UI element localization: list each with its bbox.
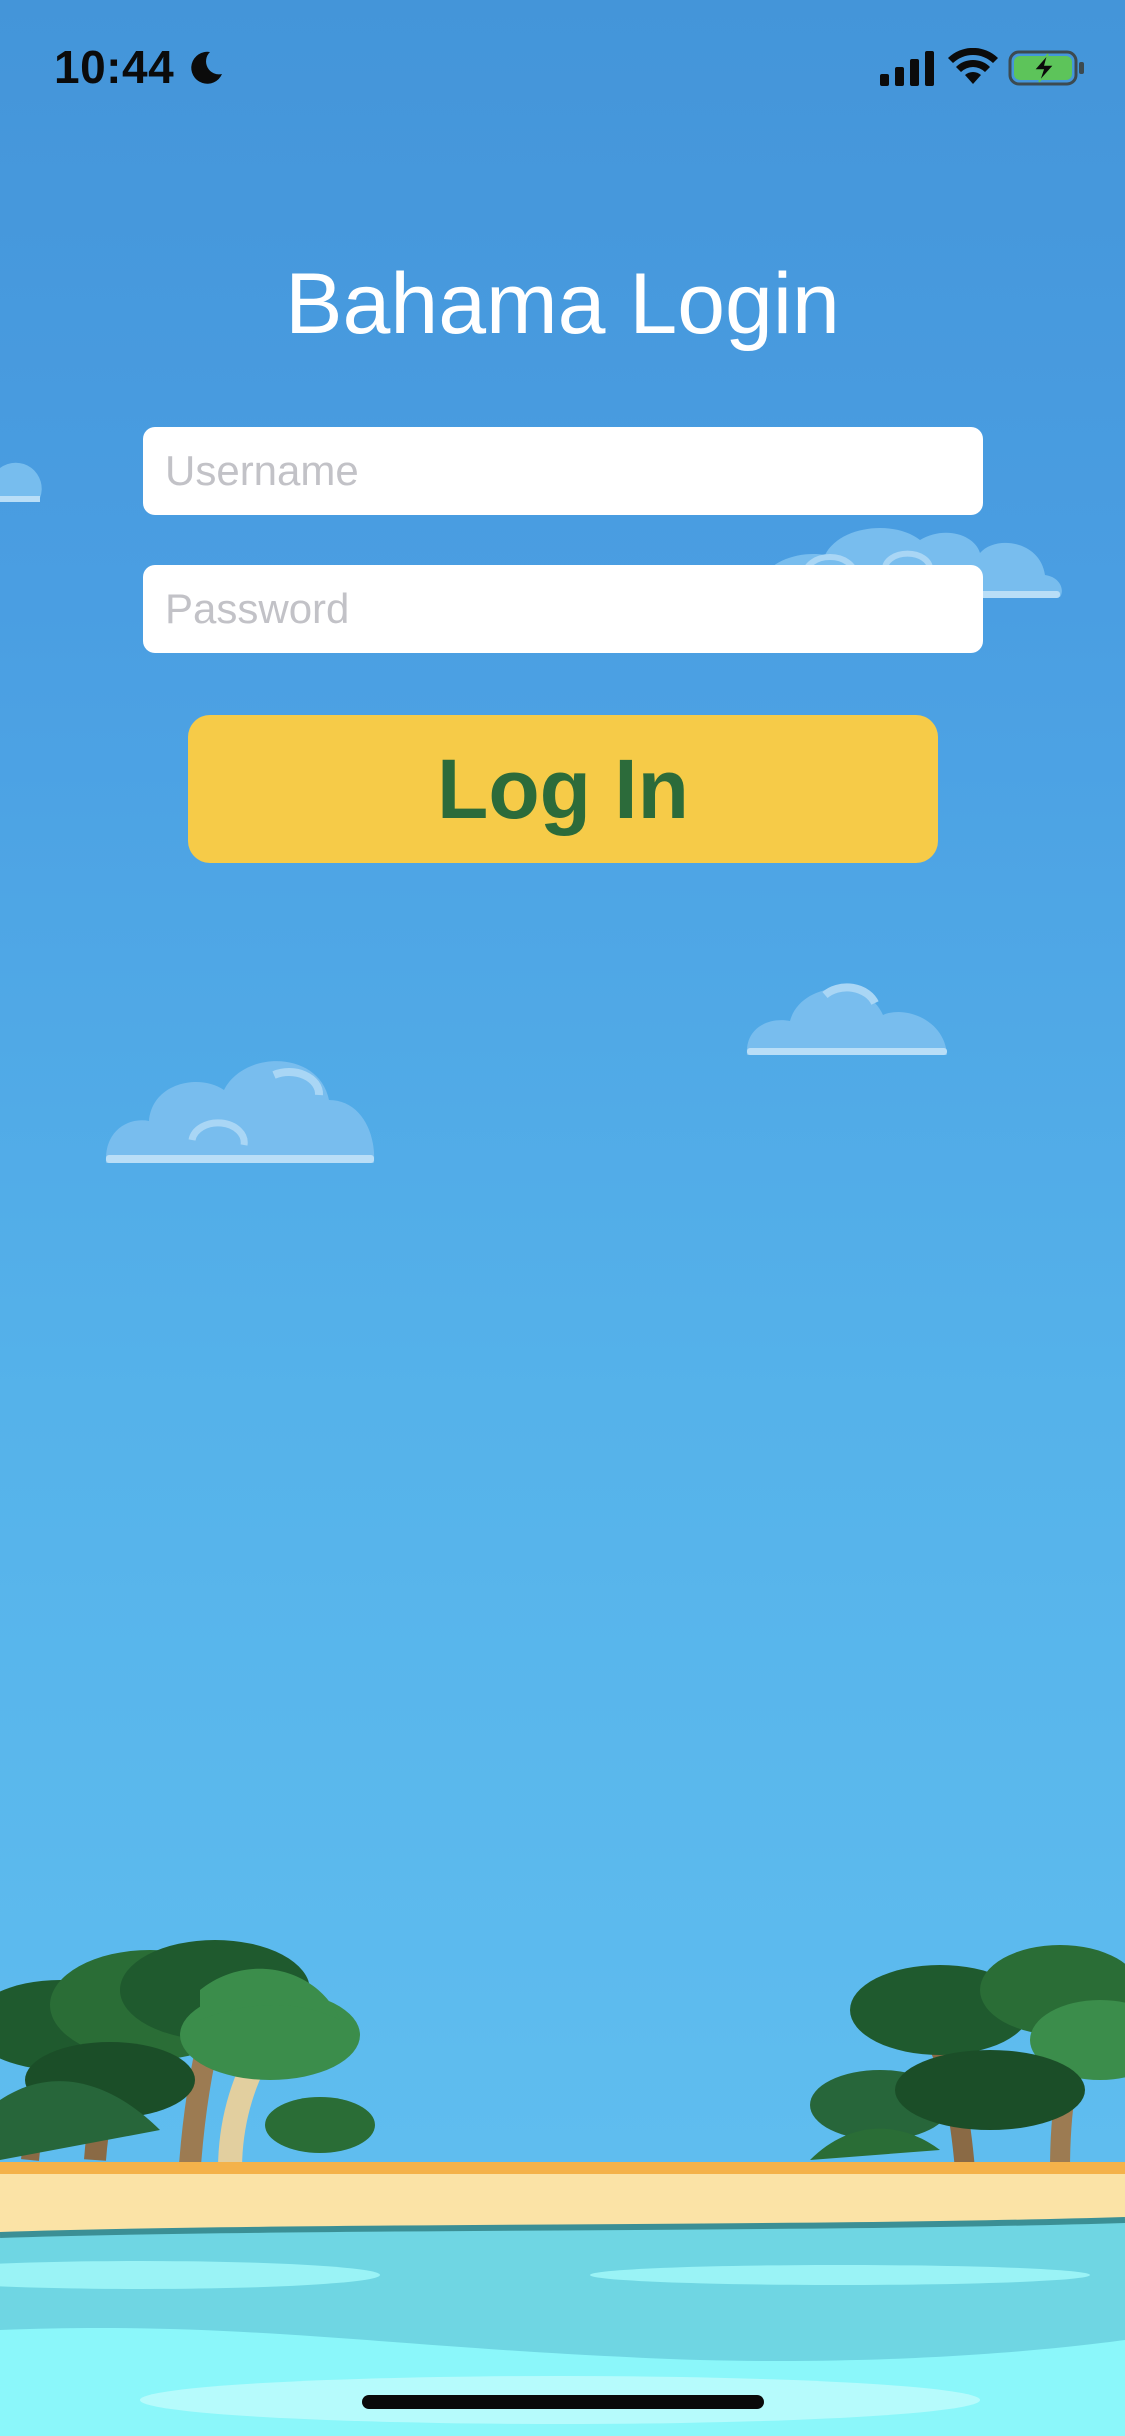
beach-scenery bbox=[0, 1940, 1125, 2436]
login-button[interactable]: Log In bbox=[188, 715, 938, 863]
palm-trees-right bbox=[810, 1945, 1125, 2171]
palm-trees-left bbox=[0, 1940, 375, 2171]
cloud-middle-right bbox=[746, 983, 947, 1055]
status-time: 10:44 bbox=[54, 41, 175, 93]
username-input[interactable] bbox=[143, 427, 983, 515]
battery-charging-icon bbox=[1008, 50, 1084, 86]
home-indicator[interactable] bbox=[362, 2395, 764, 2409]
cellular-signal-icon bbox=[880, 51, 934, 86]
cloud-left-edge bbox=[0, 462, 42, 502]
cloud-middle-left bbox=[105, 1061, 375, 1163]
status-bar: 10:44 bbox=[0, 0, 1125, 140]
moon-icon bbox=[191, 51, 222, 84]
password-input[interactable] bbox=[143, 565, 983, 653]
page-title: Bahama Login bbox=[285, 256, 840, 352]
login-screen: 10:44 Bahama Login Username Log In bbox=[0, 0, 1125, 2436]
wifi-icon bbox=[948, 48, 998, 84]
